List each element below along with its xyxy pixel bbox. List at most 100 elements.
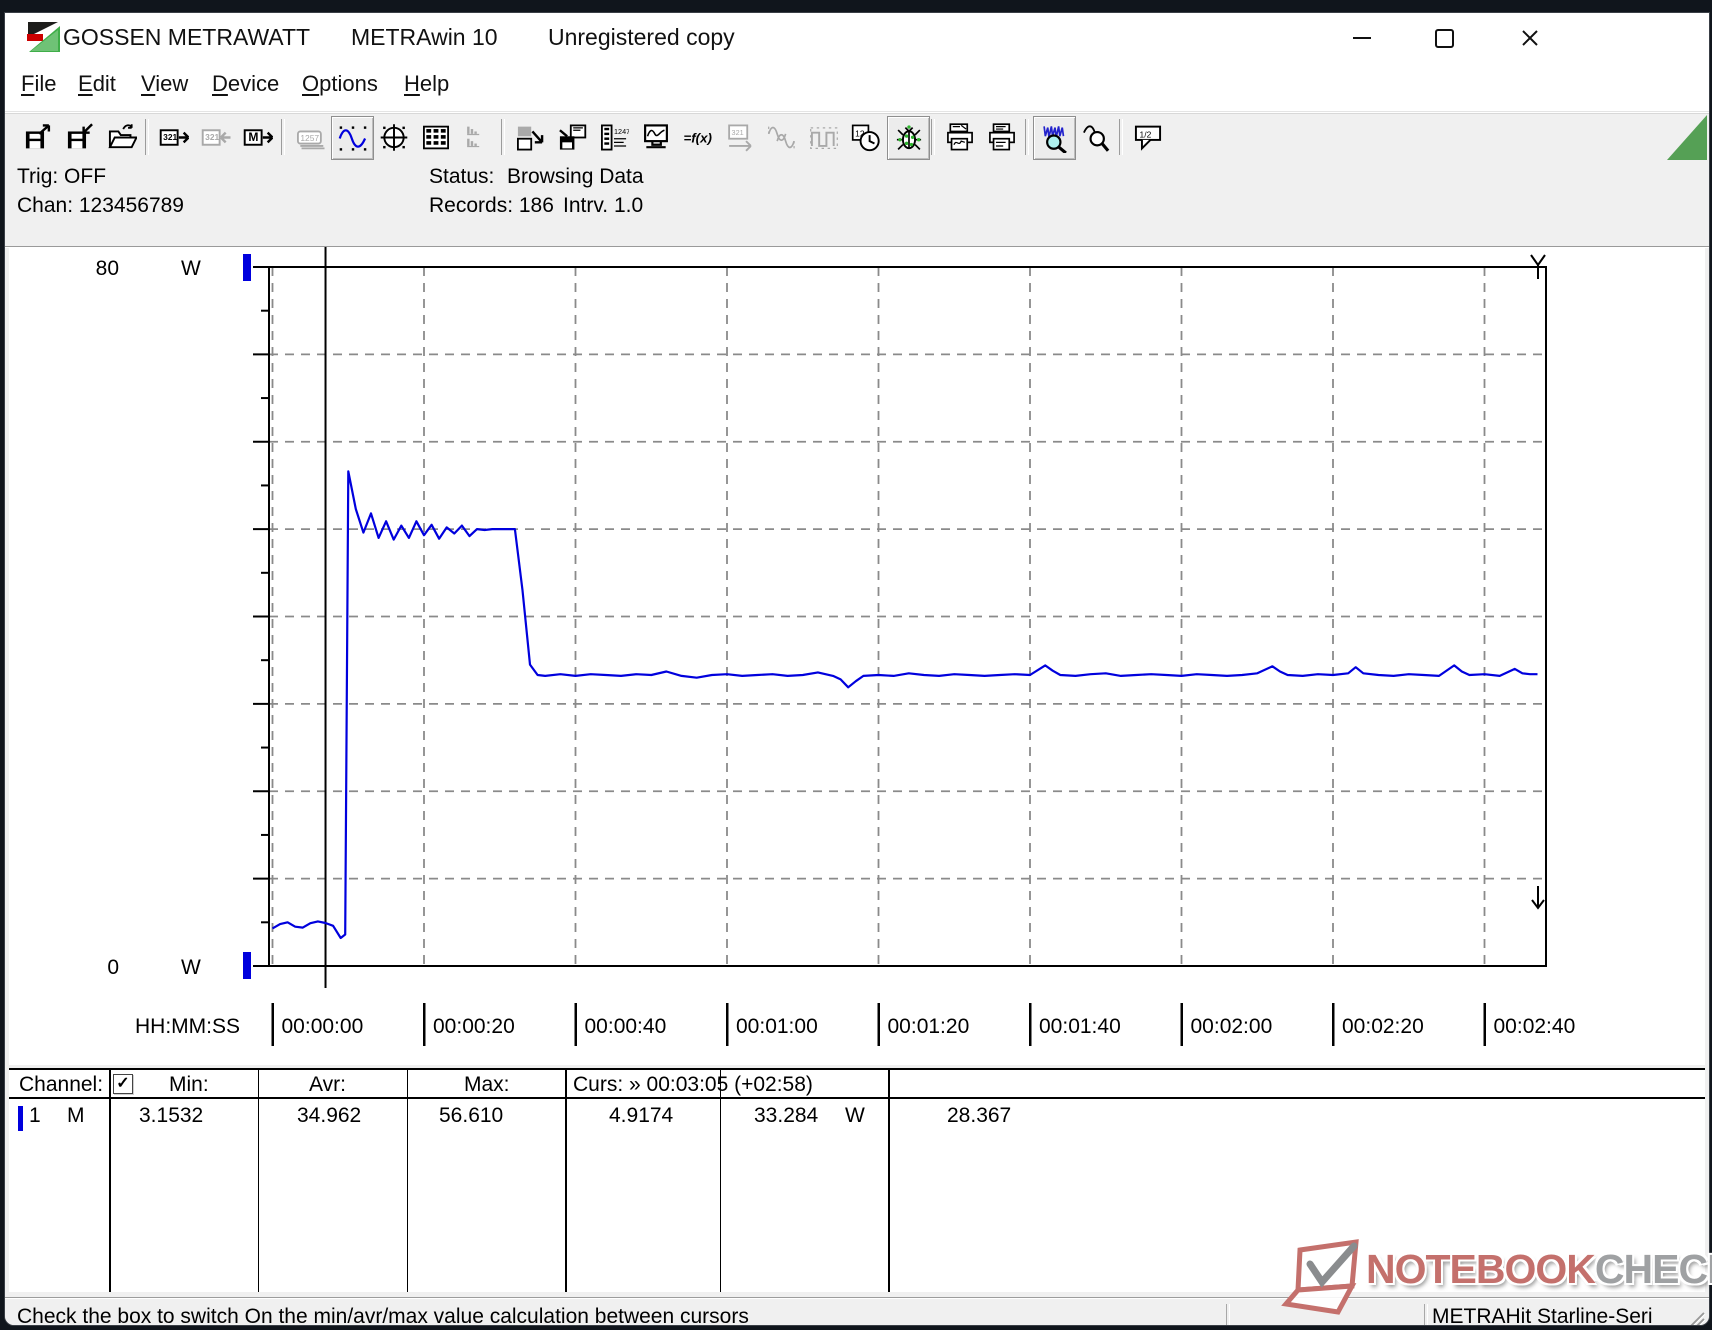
y-axis-unit: W xyxy=(181,257,201,280)
svg-text:1/2: 1/2 xyxy=(1139,129,1151,139)
y-axis-max-label: 80 xyxy=(96,257,119,280)
minimize-button[interactable] xyxy=(1339,21,1385,55)
toolbar-open-folder-button[interactable] xyxy=(101,116,142,158)
x-tick-label: 00:01:00 xyxy=(736,1015,818,1038)
menu-device[interactable]: Device xyxy=(212,71,279,97)
svg-text:321: 321 xyxy=(731,128,743,137)
toolbar-scope-view-button[interactable] xyxy=(373,116,414,158)
trigger-status: Trig: OFF xyxy=(17,165,107,188)
cursor-statistics-table: Channel: ✓ Min: Avr: Max: Curs: » 00:03:… xyxy=(9,1068,1705,1292)
cell-delta-value: 28.367 xyxy=(947,1104,1012,1127)
toolbar-digital-signals-button[interactable] xyxy=(803,116,844,158)
zoom-in-icon xyxy=(1042,125,1067,153)
cell-avr-value: 34.962 xyxy=(297,1104,362,1127)
cursor2-marker-bottom[interactable] xyxy=(1531,886,1545,910)
menu-bar: File Edit View Device Options Help xyxy=(5,61,1709,112)
toolbar-analog-signals-button[interactable] xyxy=(761,116,802,158)
desktop-background: GOSSEN METRAWATT METRAwin 10 Unregistere… xyxy=(0,0,1712,1330)
cell-min-value: 3.1532 xyxy=(139,1104,204,1127)
toolbar-save-export-button[interactable] xyxy=(17,116,58,158)
toolbar-save-config-button[interactable] xyxy=(551,116,592,158)
maximize-button[interactable] xyxy=(1421,21,1467,55)
toolbar-separator xyxy=(931,119,935,155)
toolbar-device-settings-button[interactable]: 321 xyxy=(719,116,760,158)
menu-file[interactable]: File xyxy=(21,71,56,97)
menu-options[interactable]: Options xyxy=(302,71,378,97)
menu-help[interactable]: Help xyxy=(404,71,449,97)
svg-text:1257: 1257 xyxy=(300,133,319,143)
table-divider xyxy=(407,1070,408,1292)
table-divider xyxy=(565,1070,567,1292)
toolbar-export-data-button[interactable] xyxy=(509,116,550,158)
minimize-icon xyxy=(1353,37,1371,39)
save-config-icon xyxy=(558,124,586,150)
waveform-view-icon xyxy=(338,125,366,151)
print-preview-icon xyxy=(946,122,973,150)
zoom-out-icon xyxy=(1082,124,1109,152)
toolbar-write-device-button[interactable]: 321 xyxy=(195,116,236,158)
svg-text:=f(x): =f(x) xyxy=(683,130,712,145)
toolbar-read-memory-button[interactable]: M xyxy=(237,116,278,158)
interval-value: Intrv. 1.0 xyxy=(563,194,644,217)
table-divider xyxy=(258,1070,259,1292)
statusbar-divider xyxy=(1226,1304,1230,1325)
toolbar-read-device-button[interactable]: 321 xyxy=(153,116,194,158)
toolbar-save-import-button[interactable] xyxy=(59,116,100,158)
x-tick-label: 00:00:00 xyxy=(282,1015,364,1038)
open-folder-icon xyxy=(107,123,137,148)
title-bar: GOSSEN METRAWATT METRAwin 10 Unregistere… xyxy=(5,13,1709,61)
close-button[interactable] xyxy=(1507,21,1553,55)
channel-color-bar xyxy=(18,1106,23,1131)
toolbar-print-button[interactable] xyxy=(981,116,1022,158)
table-header-cursor: Curs: » 00:03:05 (+02:58) xyxy=(573,1073,813,1096)
save-export-icon xyxy=(25,123,50,148)
digital-display-icon: 1257 xyxy=(296,130,324,149)
toolbar-table-view-button[interactable] xyxy=(415,116,456,158)
svg-text:321: 321 xyxy=(163,131,177,141)
toolbar-zoom-in-button[interactable] xyxy=(1033,116,1076,160)
monitor-view-icon xyxy=(643,123,668,148)
export-data-icon xyxy=(516,126,543,150)
status-label: Status: xyxy=(429,165,495,188)
toolbar-histogram-view-button[interactable] xyxy=(457,116,498,158)
device-name: METRAHit Starline-Seri xyxy=(1432,1305,1653,1326)
toolbar-channel-setup-button[interactable]: 1247 xyxy=(593,116,634,158)
app-name-title: METRAwin 10 xyxy=(351,24,498,50)
toolbar-zoom-out-button[interactable] xyxy=(1075,116,1116,158)
cursor-calc-checkbox[interactable]: ✓ xyxy=(113,1074,133,1094)
status-panel: Trig: OFF Chan: 123456789 Status: Browsi… xyxy=(5,161,1709,247)
save-import-icon xyxy=(67,122,93,148)
menu-edit[interactable]: Edit xyxy=(78,71,116,97)
power-chart: .grid{stroke:#8a8a8a;stroke-width:1.8;st… xyxy=(96,247,1576,1046)
toolbar-separator xyxy=(501,119,505,155)
toolbar-time-settings-button[interactable]: 12 xyxy=(845,116,886,158)
toolbar: 321 321 M 1257 1247 =f(x) 321 12 1/2 xyxy=(5,112,1709,162)
time-settings-icon: 12 xyxy=(851,124,880,151)
scope-view-icon xyxy=(380,123,407,151)
x-tick-label: 00:02:20 xyxy=(1342,1015,1424,1038)
write-device-icon: 321 xyxy=(201,128,230,146)
table-view-icon xyxy=(422,125,449,149)
toolbar-annotation-button[interactable]: 1/2 xyxy=(1127,116,1168,158)
channel-setup-icon: 1247 xyxy=(600,124,629,150)
menu-view[interactable]: View xyxy=(141,71,188,97)
toolbar-waveform-view-button[interactable] xyxy=(331,116,374,160)
app-vendor-title: GOSSEN METRAWATT xyxy=(63,24,311,50)
annotation-icon: 1/2 xyxy=(1134,125,1161,151)
table-divider xyxy=(888,1070,890,1292)
toolbar-separator xyxy=(145,119,149,155)
toolbar-digital-display-button[interactable]: 1257 xyxy=(289,116,330,158)
toolbar-monitor-view-button[interactable] xyxy=(635,116,676,158)
svg-text:1247: 1247 xyxy=(614,126,629,135)
toolbar-debug-button[interactable] xyxy=(887,116,930,160)
resize-grip[interactable] xyxy=(1682,1307,1706,1326)
metrawin-window: GOSSEN METRAWATT METRAwin 10 Unregistere… xyxy=(4,12,1710,1326)
x-tick-label: 00:02:40 xyxy=(1494,1015,1576,1038)
read-memory-icon: M xyxy=(243,128,273,146)
x-tick-label: 00:00:20 xyxy=(433,1015,515,1038)
table-divider xyxy=(720,1070,721,1292)
debug-icon xyxy=(896,124,921,150)
records-count: Records: 186 xyxy=(429,194,554,217)
toolbar-formula-button[interactable]: =f(x) xyxy=(677,116,718,158)
toolbar-print-preview-button[interactable] xyxy=(939,116,980,158)
